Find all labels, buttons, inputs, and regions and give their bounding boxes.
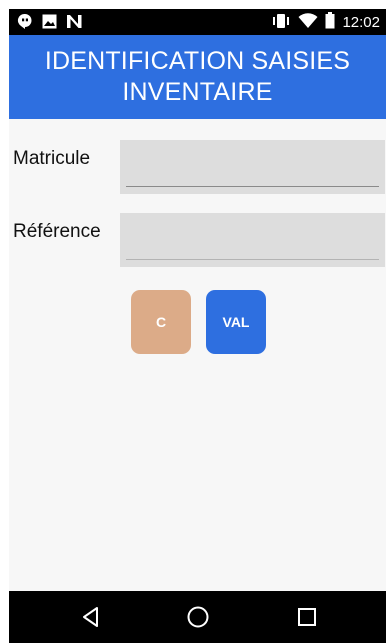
reference-underline bbox=[126, 259, 379, 260]
clear-button[interactable]: C bbox=[131, 290, 191, 354]
reference-label: Référence bbox=[13, 221, 101, 242]
navigation-bar bbox=[9, 591, 386, 643]
n-logo-icon bbox=[66, 14, 83, 33]
wifi-icon bbox=[298, 12, 318, 33]
matricule-label: Matricule bbox=[13, 148, 91, 169]
home-icon[interactable] bbox=[183, 603, 213, 631]
page-title: IDENTIFICATION SAISIES INVENTAIRE bbox=[44, 47, 351, 106]
reference-field-container bbox=[120, 213, 385, 267]
hangouts-icon bbox=[17, 13, 33, 33]
recents-icon[interactable] bbox=[292, 603, 322, 631]
reference-input[interactable] bbox=[126, 217, 379, 259]
status-time: 12:02 bbox=[342, 13, 380, 31]
vibrate-icon bbox=[271, 13, 291, 33]
battery-icon bbox=[325, 12, 335, 33]
status-bar: 12:02 bbox=[9, 9, 386, 35]
matricule-input[interactable] bbox=[126, 144, 379, 186]
validate-button[interactable]: VAL bbox=[206, 290, 266, 354]
matricule-field-container bbox=[120, 140, 385, 194]
app-screen: 12:02 IDENTIFICATION SAISIES INVENTAIRE … bbox=[9, 9, 386, 643]
matricule-underline bbox=[126, 186, 379, 187]
image-icon bbox=[42, 14, 57, 33]
app-header: IDENTIFICATION SAISIES INVENTAIRE bbox=[9, 35, 386, 119]
back-icon[interactable] bbox=[76, 603, 106, 631]
